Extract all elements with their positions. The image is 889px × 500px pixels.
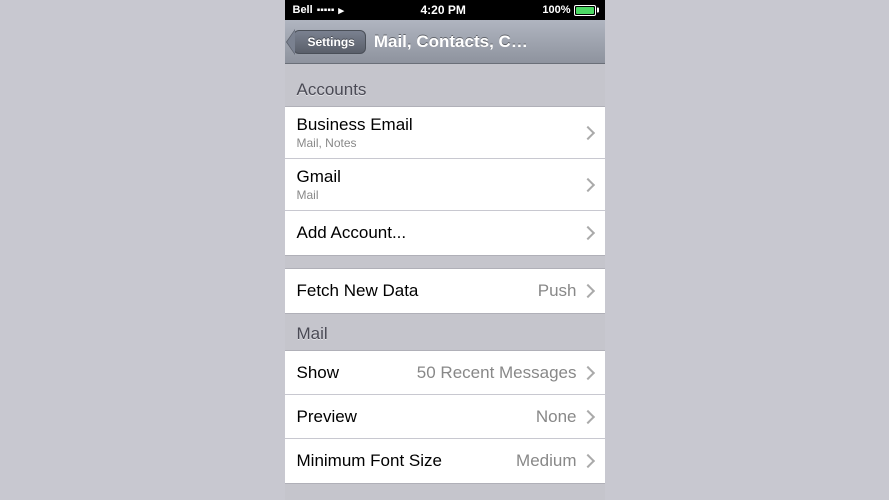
status-bar: Bell ▪▪▪▪▪ ▸ 4:20 PM 100% <box>285 0 605 20</box>
fetch-data-value: Push <box>538 281 577 301</box>
fetch-data-table: Fetch New Data Push <box>285 268 605 314</box>
fetch-new-data-row[interactable]: Fetch New Data Push <box>285 269 605 313</box>
carrier-text: Bell <box>293 4 313 16</box>
signal-dots: ▸ <box>338 4 344 17</box>
chevron-icon <box>580 365 594 379</box>
chevron-icon <box>580 409 594 423</box>
status-bar-left: Bell ▪▪▪▪▪ ▸ <box>293 4 344 17</box>
battery-percent: 100% <box>542 4 570 16</box>
preview-label: Preview <box>297 407 536 427</box>
show-value: 50 Recent Messages <box>417 363 577 383</box>
back-button[interactable]: Settings <box>293 30 366 54</box>
mail-table: Show 50 Recent Messages Preview None Min… <box>285 350 605 484</box>
preview-row[interactable]: Preview None <box>285 395 605 439</box>
battery-icon <box>574 5 596 16</box>
status-bar-time: 4:20 PM <box>420 3 465 17</box>
business-email-subtitle: Mail, Notes <box>297 136 583 150</box>
accounts-header: Accounts <box>285 64 605 106</box>
preview-value: None <box>536 407 577 427</box>
mail-header: Mail <box>285 314 605 350</box>
chevron-icon <box>580 226 594 240</box>
status-bar-right: 100% <box>542 4 596 16</box>
nav-title: Mail, Contacts, Calen... <box>374 32 529 52</box>
phone-frame: Bell ▪▪▪▪▪ ▸ 4:20 PM 100% Settings Mail,… <box>285 0 605 500</box>
business-email-row[interactable]: Business Email Mail, Notes <box>285 107 605 159</box>
show-label: Show <box>297 363 417 383</box>
chevron-icon <box>580 125 594 139</box>
add-account-title: Add Account... <box>297 223 583 243</box>
accounts-table: Business Email Mail, Notes Gmail Mail Ad… <box>285 106 605 256</box>
chevron-icon <box>580 454 594 468</box>
chevron-icon <box>580 284 594 298</box>
min-font-label: Minimum Font Size <box>297 451 517 471</box>
mail-section: Mail Show 50 Recent Messages Preview Non… <box>285 314 605 484</box>
chevron-icon <box>580 177 594 191</box>
nav-bar: Settings Mail, Contacts, Calen... <box>285 20 605 64</box>
gmail-title: Gmail <box>297 167 583 187</box>
accounts-section: Accounts Business Email Mail, Notes Gmai… <box>285 64 605 256</box>
gmail-row[interactable]: Gmail Mail <box>285 159 605 211</box>
min-font-value: Medium <box>516 451 576 471</box>
min-font-size-row[interactable]: Minimum Font Size Medium <box>285 439 605 483</box>
add-account-row[interactable]: Add Account... <box>285 211 605 255</box>
business-email-title: Business Email <box>297 115 583 135</box>
content-area: Accounts Business Email Mail, Notes Gmai… <box>285 64 605 500</box>
fetch-data-label: Fetch New Data <box>297 281 538 301</box>
gmail-subtitle: Mail <box>297 188 583 202</box>
show-row[interactable]: Show 50 Recent Messages <box>285 351 605 395</box>
wifi-icon: ▪▪▪▪▪ <box>317 5 335 16</box>
